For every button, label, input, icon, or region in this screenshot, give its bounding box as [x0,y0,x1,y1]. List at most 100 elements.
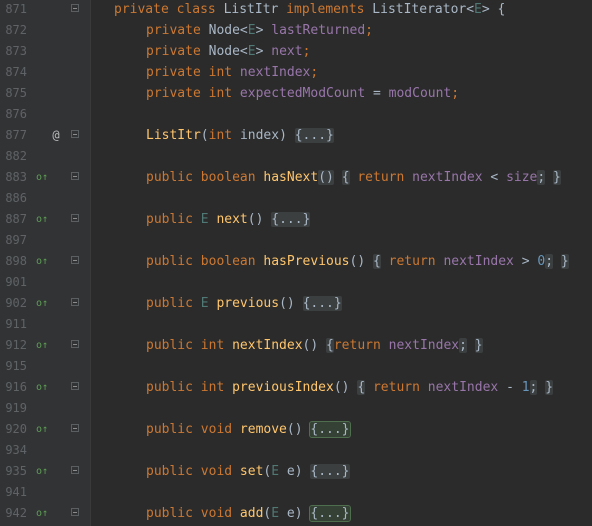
fold-toggle-icon[interactable] [71,214,79,222]
code-line[interactable]: 874 private int nextIndex; [0,62,592,83]
code-line[interactable]: 919 [0,398,592,419]
folded-code-block[interactable]: } [560,254,569,269]
code-line[interactable]: 920 o↑ public void remove() {...} [0,419,592,440]
folded-code-block[interactable]: {...} [294,128,334,143]
code-text: public int previousIndex() { return next… [146,377,554,398]
code-line[interactable]: 887 o↑ public E next() {...} [0,209,592,230]
code-line[interactable]: 873 private Node<E> next; [0,41,592,62]
folded-code-block[interactable]: } [553,170,561,185]
code-token: ListIterator< [372,2,475,17]
fold-toggle-icon[interactable] [71,466,79,474]
override-up-arrow-icon[interactable]: o↑ [34,503,50,524]
fold-toggle-icon[interactable] [71,256,79,264]
fold-toggle-icon[interactable] [71,298,79,306]
code-line[interactable]: 911 [0,314,592,335]
code-line[interactable]: 912 o↑ public int nextIndex() {return next… [0,335,592,356]
folded-code-block[interactable]: { [372,254,381,269]
code-token: 1 [521,380,530,395]
line-number: 883 [5,170,27,184]
line-number: 919 [5,401,27,415]
code-line[interactable]: 941 [0,482,592,503]
line-number: 897 [5,233,27,247]
line-number: 876 [5,107,27,121]
override-up-arrow-icon[interactable]: o↑ [34,377,50,398]
code-line[interactable]: 934 [0,440,592,461]
code-line[interactable]: 882 [0,146,592,167]
fold-toggle-icon[interactable] [71,172,79,180]
folded-code-block[interactable]: {...} [271,212,311,227]
folded-code-block[interactable]: {...} [309,421,351,438]
code-line[interactable]: 897 [0,230,592,251]
code-token: public void [146,422,240,437]
override-up-arrow-icon[interactable]: o↑ [34,293,50,314]
folded-code-block[interactable]: } [545,380,554,395]
code-token: > { [481,2,506,17]
folded-code-block[interactable]: } [474,338,483,353]
code-token: ; [302,44,311,59]
folded-code-block[interactable]: ; [545,254,554,269]
code-token: nextIndex [443,254,522,269]
override-up-arrow-icon[interactable]: o↑ [34,251,50,272]
code-text: private class ListItr implements ListIte… [114,0,505,20]
fold-toggle-icon[interactable] [71,130,79,138]
folded-code-block[interactable]: { [326,338,334,353]
folded-code-block[interactable]: {...} [310,464,350,479]
code-token: hasPrevious [263,254,350,269]
code-line[interactable]: 898 o↑ public boolean hasPrevious() { retu… [0,251,592,272]
code-line[interactable]: 883 o↑ public boolean hasNext() { return n… [0,167,592,188]
fold-toggle-icon[interactable] [71,508,79,516]
code-token: public void [146,506,240,521]
code-line[interactable]: 916 o↑ public int previousIndex() { return… [0,377,592,398]
fold-toggle-icon[interactable] [71,382,79,390]
code-token: next [216,212,248,227]
line-number: 942 [5,506,27,520]
line-number: 920 [5,422,27,436]
folded-code-block[interactable]: { [341,170,350,185]
code-text: public void remove() {...} [146,419,351,440]
fold-toggle-icon[interactable] [71,424,79,432]
folded-code-block[interactable]: () [318,170,334,185]
code-token: E [271,464,287,479]
code-line[interactable]: 886 [0,188,592,209]
code-token: return [333,338,389,353]
code-token: ListItr [223,2,287,17]
code-line[interactable]: 877 @ ListItr(int index) {...} [0,125,592,146]
line-number: 898 [5,254,27,268]
code-line[interactable]: 876 [0,104,592,125]
code-token: ListItr [146,128,201,143]
code-token: private int [146,86,240,101]
folded-code-block[interactable]: {...} [302,296,342,311]
code-line[interactable]: 871 private class ListItr implements List… [0,0,592,20]
folded-code-block[interactable]: ; [459,338,467,353]
code-token: public boolean [146,170,264,185]
code-line[interactable]: 915 [0,356,592,377]
code-line[interactable]: 901 [0,272,592,293]
line-number: 872 [5,23,27,37]
folded-code-block[interactable]: { [357,380,366,395]
line-number: 934 [5,443,27,457]
override-up-arrow-icon[interactable]: o↑ [34,461,50,482]
code-line[interactable]: 875 private int expectedModCount = modCou… [0,83,592,104]
code-line[interactable]: 942 o↑ public void add(E e) {...} [0,503,592,524]
code-editor[interactable]: 871 private class ListItr implements List… [0,0,592,526]
fold-toggle-icon[interactable] [71,340,79,348]
code-token: > [521,254,538,269]
code-line[interactable]: 902 o↑ public E previous() {...} [0,293,592,314]
code-token: next [271,44,303,59]
code-token: () [279,296,303,311]
override-up-arrow-icon[interactable]: o↑ [34,167,50,188]
at-icon[interactable]: @ [48,125,64,146]
folded-code-block[interactable]: {...} [309,505,351,522]
override-up-arrow-icon[interactable]: o↑ [34,419,50,440]
override-up-arrow-icon[interactable]: o↑ [34,209,50,230]
override-up-arrow-icon[interactable]: o↑ [34,335,50,356]
code-line[interactable]: 872 private Node<E> lastReturned; [0,20,592,41]
code-token: Node< [208,23,248,38]
fold-toggle-icon[interactable] [71,4,79,12]
line-number: 912 [5,338,27,352]
code-line[interactable]: 935 o↑ public void set(E e) {...} [0,461,592,482]
